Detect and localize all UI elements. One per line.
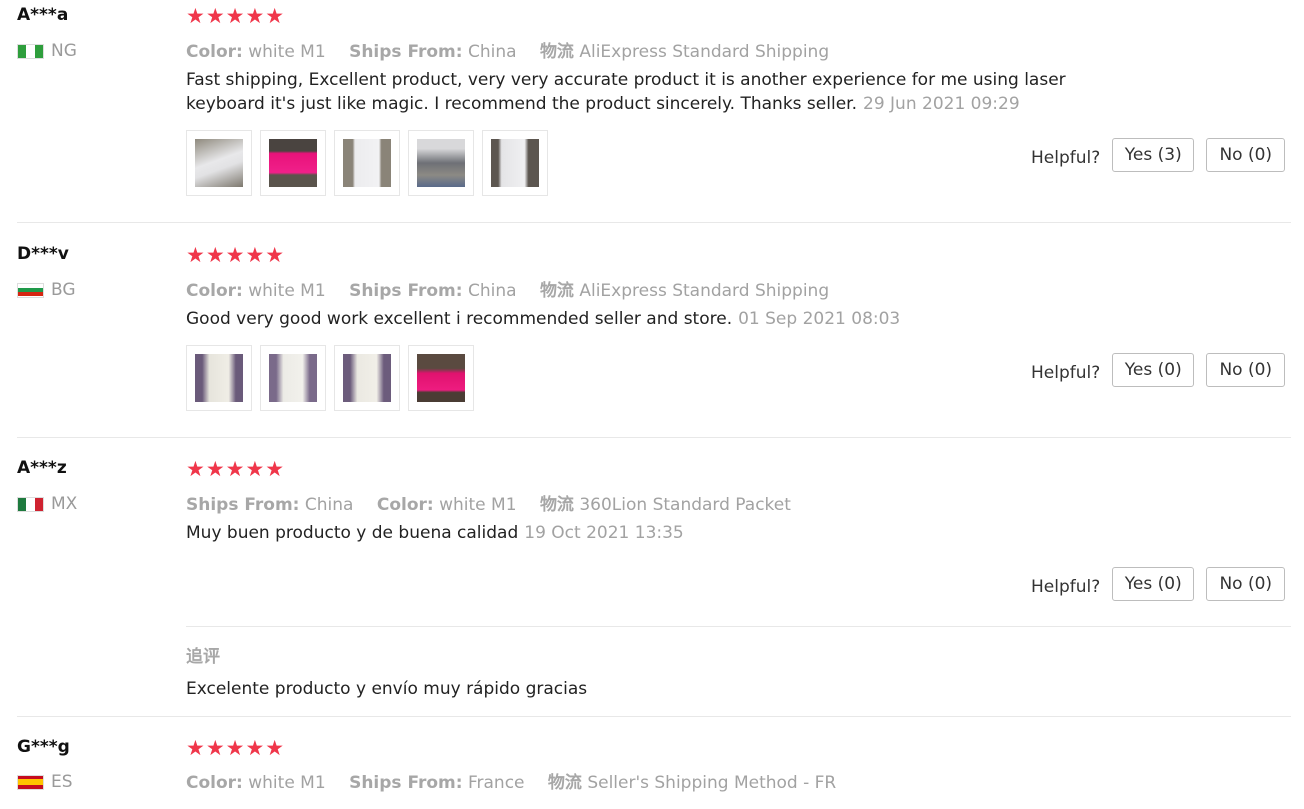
helpful-no-button[interactable]: No (0) — [1206, 353, 1286, 387]
ships-from-label: Ships From: — [349, 42, 463, 62]
logistics-label: 物流 — [539, 42, 574, 62]
spain-flag-icon — [17, 774, 44, 790]
helpful-vote: Helpful? Yes (0) No (0) — [1031, 353, 1286, 387]
logistics-value: 360Lion Standard Packet — [579, 495, 791, 515]
review-date: 29 Jun 2021 09:29 — [863, 94, 1020, 114]
ships-from-value: China — [467, 42, 517, 62]
review-photo-thumbnail[interactable] — [408, 130, 474, 196]
review-date: 19 Oct 2021 13:35 — [524, 523, 684, 543]
logistics-value: Seller's Shipping Method - FR — [587, 773, 837, 793]
ships-from-label: Ships From: — [349, 281, 463, 301]
reviewer-country: MX — [17, 494, 77, 514]
review-meta: Color: white M1 Ships From: France 物流 Se… — [186, 768, 854, 793]
helpful-yes-button[interactable]: Yes (0) — [1112, 353, 1195, 387]
helpful-vote: Helpful? Yes (0) No (0) — [1031, 567, 1286, 601]
color-label: Color: — [376, 495, 434, 515]
star-rating: ★★★★★ — [186, 457, 286, 481]
ships-from-value: China — [467, 281, 517, 301]
follow-up-text: Excelente producto y envío muy rápido gr… — [186, 679, 588, 699]
reviewer-name: G***g — [17, 737, 70, 757]
review-photos — [186, 345, 474, 411]
logistics-label: 物流 — [539, 495, 574, 515]
review-date: 01 Sep 2021 08:03 — [738, 309, 901, 329]
follow-up-label: 追评 — [186, 647, 220, 667]
color-label: Color: — [186, 42, 243, 62]
review-text: Fast shipping, Excellent product, very v… — [186, 68, 1146, 116]
review-meta: Color: white M1 Ships From: China 物流 Ali… — [186, 276, 847, 301]
color-value: white M1 — [248, 281, 326, 301]
country-code: ES — [51, 772, 73, 792]
helpful-vote: Helpful? Yes (3) No (0) — [1031, 138, 1286, 172]
reviewer-name: A***a — [17, 5, 69, 25]
review-photo-thumbnail[interactable] — [334, 345, 400, 411]
helpful-label: Helpful? — [1031, 363, 1101, 383]
review-photo-thumbnail[interactable] — [186, 345, 252, 411]
star-rating: ★★★★★ — [186, 243, 286, 267]
review-divider — [17, 716, 1291, 717]
review-meta: Ships From: China Color: white M1 物流 360… — [186, 490, 809, 515]
bulgaria-flag-icon — [17, 282, 44, 298]
review-photo-thumbnail[interactable] — [408, 345, 474, 411]
reviewer-country: NG — [17, 41, 77, 61]
reviewer-country: ES — [17, 772, 73, 792]
helpful-no-button[interactable]: No (0) — [1206, 138, 1286, 172]
logistics-value: AliExpress Standard Shipping — [579, 281, 830, 301]
reviewer-name: A***z — [17, 458, 67, 478]
logistics-label: 物流 — [547, 773, 582, 793]
color-value: white M1 — [248, 42, 326, 62]
review-text: Good very good work excellent i recommen… — [186, 307, 1146, 331]
reviewer-country: BG — [17, 280, 76, 300]
ships-from-value: France — [467, 773, 525, 793]
helpful-label: Helpful? — [1031, 148, 1101, 168]
review-photos — [186, 130, 548, 196]
color-label: Color: — [186, 773, 243, 793]
country-code: NG — [51, 41, 77, 61]
review-divider — [17, 222, 1291, 223]
review-meta: Color: white M1 Ships From: China 物流 Ali… — [186, 37, 847, 62]
review-divider — [17, 437, 1291, 438]
helpful-label: Helpful? — [1031, 577, 1101, 597]
review-photo-thumbnail[interactable] — [186, 130, 252, 196]
color-label: Color: — [186, 281, 243, 301]
ships-from-label: Ships From: — [349, 773, 463, 793]
star-rating: ★★★★★ — [186, 4, 286, 28]
country-code: BG — [51, 280, 76, 300]
country-code: MX — [51, 494, 78, 514]
mexico-flag-icon — [17, 496, 44, 512]
helpful-no-button[interactable]: No (0) — [1206, 567, 1286, 601]
logistics-label: 物流 — [539, 281, 574, 301]
review-body: Good very good work excellent i recommen… — [186, 309, 733, 329]
review-text: Muy buen producto y de buena calidad 19 O… — [186, 521, 1146, 545]
follow-up-divider — [186, 626, 1291, 627]
logistics-value: AliExpress Standard Shipping — [579, 42, 830, 62]
color-value: white M1 — [439, 495, 517, 515]
review-photo-thumbnail[interactable] — [334, 130, 400, 196]
reviewer-name: D***v — [17, 244, 69, 264]
ships-from-label: Ships From: — [186, 495, 300, 515]
ships-from-value: China — [304, 495, 354, 515]
nigeria-flag-icon — [17, 43, 44, 59]
star-rating: ★★★★★ — [186, 736, 286, 760]
review-body: Muy buen producto y de buena calidad — [186, 523, 519, 543]
helpful-yes-button[interactable]: Yes (3) — [1112, 138, 1195, 172]
color-value: white M1 — [248, 773, 326, 793]
helpful-yes-button[interactable]: Yes (0) — [1112, 567, 1195, 601]
review-photo-thumbnail[interactable] — [260, 130, 326, 196]
review-photo-thumbnail[interactable] — [482, 130, 548, 196]
review-photo-thumbnail[interactable] — [260, 345, 326, 411]
